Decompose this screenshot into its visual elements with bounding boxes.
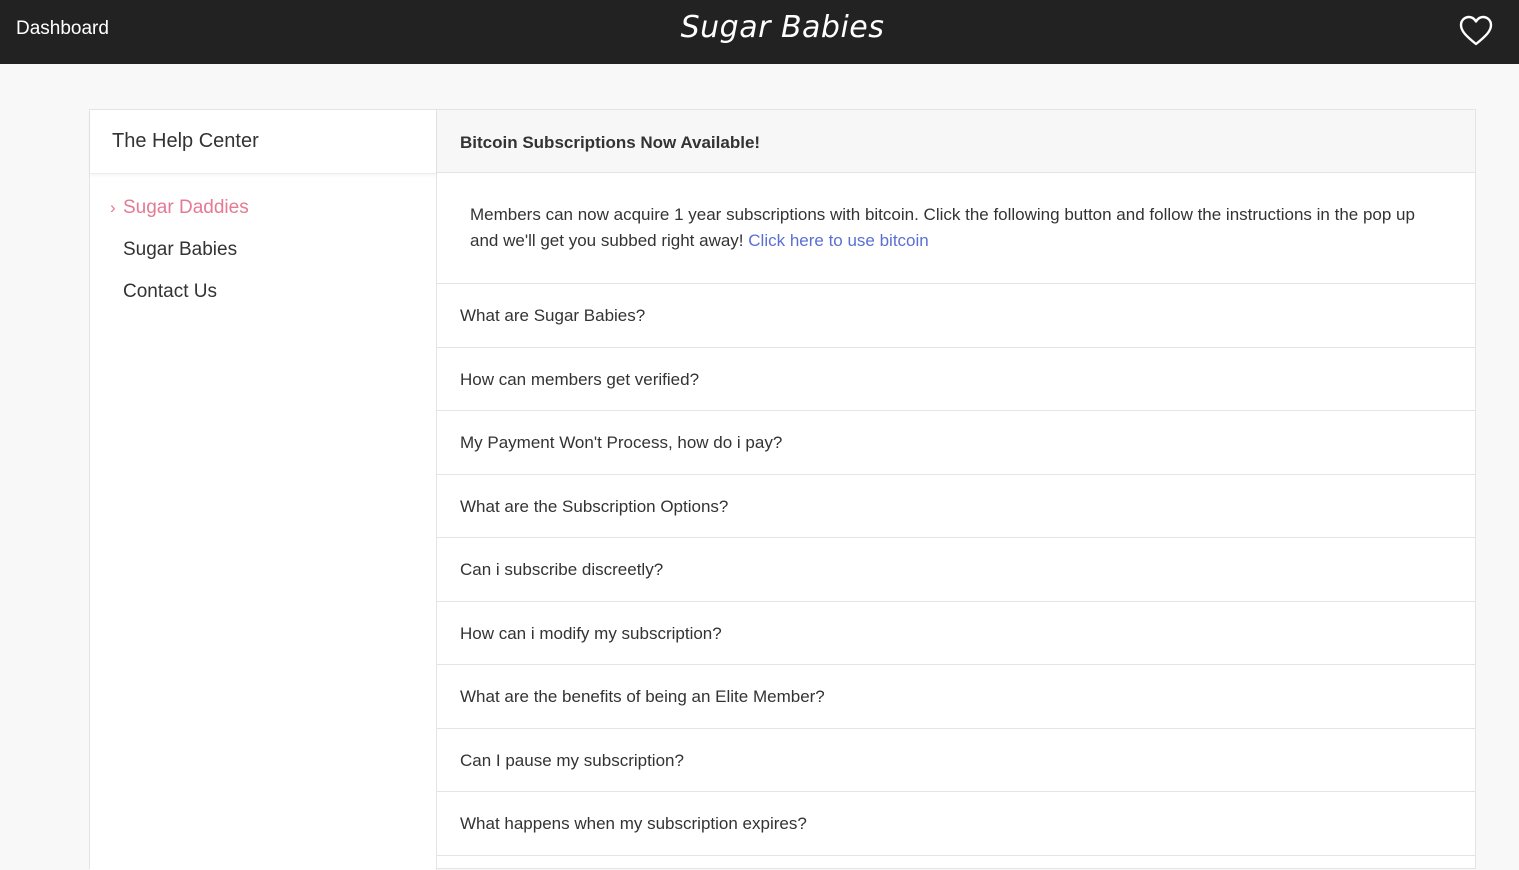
- favorites-button[interactable]: [1459, 15, 1493, 47]
- sidebar-item-label: Contact Us: [123, 281, 217, 302]
- faq-item[interactable]: What are Sugar Babies?: [437, 284, 1475, 348]
- notice-body: Members can now acquire 1 year subscript…: [437, 173, 1475, 284]
- faq-item[interactable]: Can I pause my subscription?: [437, 729, 1475, 792]
- faq-item[interactable]: How can i modify my subscription?: [437, 602, 1475, 665]
- site-logo[interactable]: Sugar Babies: [0, 10, 1519, 45]
- sidebar-item-sugar-daddies[interactable]: › Sugar Daddies: [90, 196, 436, 238]
- faq-item[interactable]: What are the Subscription Options?: [437, 475, 1475, 538]
- faq-content: Bitcoin Subscriptions Now Available! Mem…: [437, 110, 1475, 870]
- chevron-right-icon: ›: [110, 198, 116, 217]
- heart-icon: [1459, 15, 1493, 46]
- notice-title: Bitcoin Subscriptions Now Available!: [437, 110, 1475, 173]
- faq-item[interactable]: My Payment Won't Process, how do i pay?: [437, 411, 1475, 475]
- sidebar-item-contact-us[interactable]: Contact Us: [90, 280, 436, 322]
- faq-item[interactable]: What are the benefits of being an Elite …: [437, 665, 1475, 729]
- faq-item[interactable]: Can i subscribe discreetly?: [437, 538, 1475, 602]
- faq-item[interactable]: How can members get verified?: [437, 348, 1475, 411]
- sidebar-item-label: Sugar Daddies: [123, 197, 249, 218]
- help-sidebar: The Help Center › Sugar Daddies Sugar Ba…: [90, 110, 437, 870]
- faq-item[interactable]: What happens when my subscription expire…: [437, 792, 1475, 856]
- sidebar-title: The Help Center: [90, 110, 436, 174]
- sidebar-item-sugar-babies[interactable]: Sugar Babies: [90, 238, 436, 280]
- logo-text: Sugar Babies: [680, 10, 885, 45]
- help-center-panel: The Help Center › Sugar Daddies Sugar Ba…: [89, 109, 1476, 870]
- bitcoin-link[interactable]: Click here to use bitcoin: [748, 231, 928, 250]
- top-nav-bar: Dashboard Sugar Babies: [0, 0, 1519, 64]
- sidebar-item-label: Sugar Babies: [123, 239, 238, 260]
- sidebar-nav: › Sugar Daddies Sugar Babies Contact Us: [90, 174, 436, 322]
- notice-text: Members can now acquire 1 year subscript…: [470, 205, 1415, 250]
